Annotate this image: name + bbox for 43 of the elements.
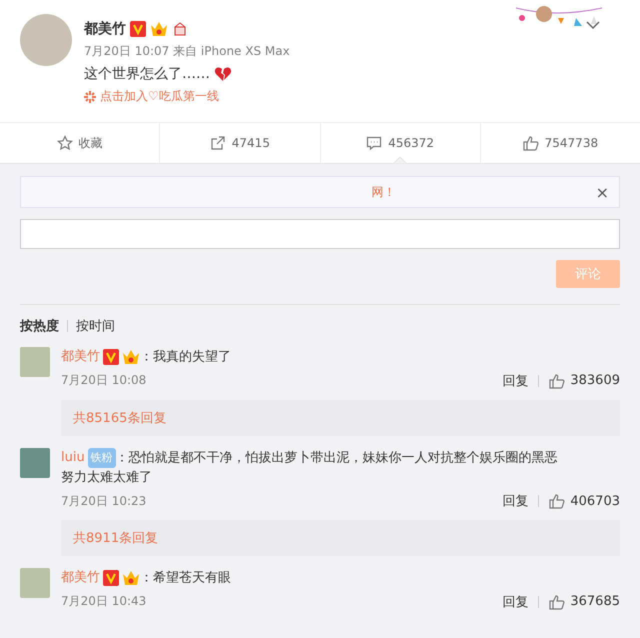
comment-time: 7月20日 10:23: [61, 492, 146, 510]
share-action[interactable]: 47415: [159, 123, 320, 163]
comment-input[interactable]: [20, 219, 620, 249]
share-icon: [210, 135, 226, 151]
crown-icon: [150, 21, 168, 37]
star-action[interactable]: 收藏: [0, 123, 160, 163]
like-button[interactable]: 367685: [549, 594, 620, 610]
thumbs-up-icon: [549, 493, 566, 510]
reply-link[interactable]: 回复: [502, 592, 528, 611]
comment-action[interactable]: 456372: [320, 123, 480, 163]
crown-icon: [122, 349, 140, 365]
thumbs-up-icon: [549, 372, 566, 389]
sort-tab[interactable]: 按时间: [76, 317, 115, 335]
verified-icon: [130, 21, 146, 37]
avatar[interactable]: [20, 14, 72, 66]
thumbs-up-icon: [549, 594, 566, 610]
crown-icon: [122, 570, 140, 586]
like-button[interactable]: 406703: [549, 493, 620, 510]
star-icon: [56, 135, 73, 151]
comment-text: 都美竹 ：我真的失望了: [61, 348, 232, 367]
like-button[interactable]: 383609: [549, 372, 620, 389]
post-text: 这个世界怎么了……: [84, 65, 210, 83]
reply-link[interactable]: 回复: [502, 492, 528, 510]
chevron-down-icon[interactable]: [586, 20, 600, 30]
comment-text: 都美竹 ：希望苍天有眼: [61, 569, 232, 588]
author-name[interactable]: 都美竹: [84, 20, 126, 38]
reply-link[interactable]: 回复: [502, 372, 528, 390]
close-button[interactable]: ×: [596, 182, 609, 202]
comment-icon: [366, 135, 382, 151]
comment-text: luiu 铁粉 ：恐怕就是都不干净，怕拔出萝卜带出泥，妹妹你一人对抗整个娱乐圈的黑恶 努力太难太难了: [61, 448, 559, 488]
like-action[interactable]: 7547738: [480, 123, 640, 163]
gift-icon: [172, 21, 188, 37]
notice-text: 网！: [372, 184, 396, 200]
post-time: 7月20日 10:07 来自 iPhone XS Max: [84, 43, 290, 60]
broken-heart-icon: [214, 66, 232, 82]
sort-tab[interactable]: 按热度: [20, 317, 59, 335]
comment-time: 7月20日 10:08: [61, 372, 146, 390]
avatar[interactable]: [20, 347, 50, 377]
avatar[interactable]: [20, 448, 50, 478]
comment-time: 7月20日 10:43: [61, 593, 146, 610]
avatar[interactable]: [20, 568, 50, 598]
thumbs-up-icon: [522, 135, 539, 151]
flower-icon: [84, 90, 96, 102]
